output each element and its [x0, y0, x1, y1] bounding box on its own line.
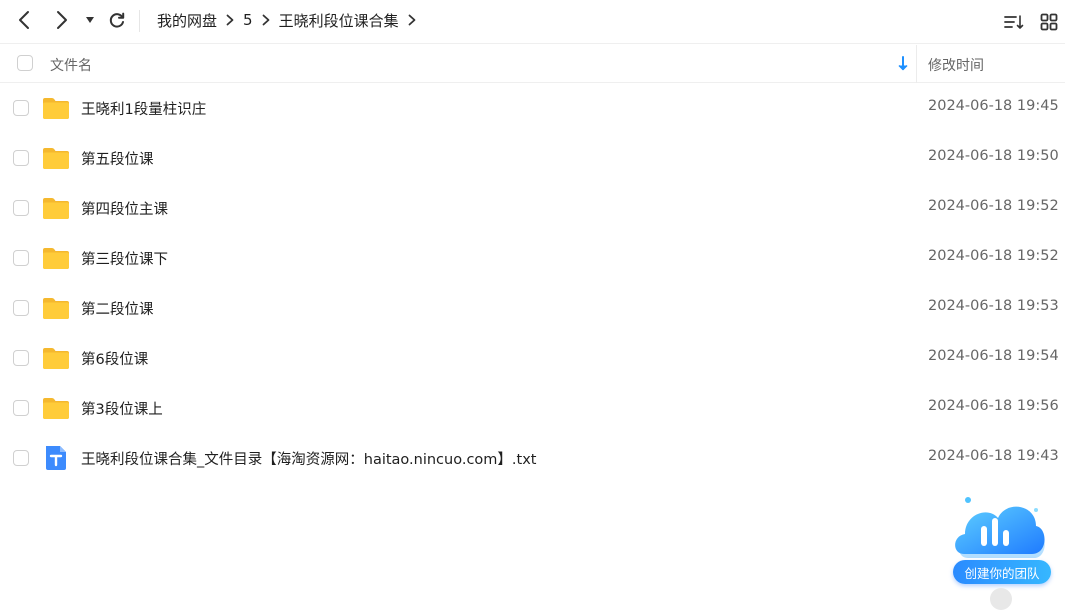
file-row[interactable]: 王晓利段位课合集_文件目录【海淘资源网：haitao.nincuo.com】.t… [0, 433, 1065, 483]
forward-button[interactable] [50, 8, 74, 32]
file-name[interactable]: 第二段位课 [81, 298, 154, 319]
grid-view-icon [1040, 13, 1058, 31]
txt-file-icon [42, 445, 70, 471]
row-checkbox[interactable] [13, 300, 29, 316]
breadcrumb-separator-icon [217, 10, 243, 30]
refresh-icon [109, 12, 125, 28]
column-header-time[interactable]: 修改时间 [928, 55, 984, 75]
breadcrumb-item-current[interactable]: 王晓利段位课合集 [279, 10, 399, 31]
folder-icon [42, 245, 70, 271]
file-modified-time: 2024-06-18 19:45 [928, 98, 1059, 114]
history-dropdown-button[interactable] [80, 8, 100, 32]
breadcrumb: 我的网盘 5 王晓利段位课合集 [157, 10, 425, 30]
breadcrumb-item-root[interactable]: 我的网盘 [157, 10, 217, 31]
row-checkbox[interactable] [13, 100, 29, 116]
row-checkbox[interactable] [13, 350, 29, 366]
file-name[interactable]: 王晓利1段量柱识庄 [81, 98, 206, 119]
file-row[interactable]: 第3段位课上 2024-06-18 19:56 [0, 383, 1065, 433]
refresh-button[interactable] [105, 8, 129, 32]
file-name[interactable]: 第6段位课 [81, 348, 148, 369]
file-row[interactable]: 第四段位主课 2024-06-18 19:52 [0, 183, 1065, 233]
create-team-promo[interactable]: 创建你的团队 [948, 488, 1056, 588]
file-name[interactable]: 第3段位课上 [81, 398, 163, 419]
create-team-label: 创建你的团队 [953, 560, 1051, 584]
file-row[interactable]: 第五段位课 2024-06-18 19:50 [0, 133, 1065, 183]
row-checkbox[interactable] [13, 250, 29, 266]
folder-icon [42, 145, 70, 171]
cloud-chart-icon [955, 497, 1045, 558]
back-button[interactable] [12, 8, 36, 32]
file-name[interactable]: 第三段位课下 [81, 248, 168, 269]
row-checkbox[interactable] [13, 200, 29, 216]
file-row[interactable]: 第6段位课 2024-06-18 19:54 [0, 333, 1065, 383]
file-row[interactable]: 第二段位课 2024-06-18 19:53 [0, 283, 1065, 333]
toolbar: 我的网盘 5 王晓利段位课合集 [0, 0, 1065, 44]
row-checkbox[interactable] [13, 400, 29, 416]
column-divider[interactable] [916, 45, 917, 83]
file-modified-time: 2024-06-18 19:50 [928, 148, 1059, 164]
breadcrumb-separator-icon [253, 10, 279, 30]
file-name[interactable]: 王晓利段位课合集_文件目录【海淘资源网：haitao.nincuo.com】.t… [81, 448, 536, 469]
sort-list-icon [1004, 15, 1024, 29]
breadcrumb-expand-icon[interactable] [399, 10, 425, 30]
sort-descending-arrow-icon[interactable] [896, 56, 910, 72]
file-name[interactable]: 第四段位主课 [81, 198, 168, 219]
toolbar-divider [139, 10, 140, 32]
grid-view-button[interactable] [1037, 10, 1061, 34]
file-modified-time: 2024-06-18 19:54 [928, 348, 1059, 364]
file-name[interactable]: 第五段位课 [81, 148, 154, 169]
folder-icon [42, 345, 70, 371]
file-row[interactable]: 王晓利1段量柱识庄 2024-06-18 19:45 [0, 83, 1065, 133]
folder-icon [42, 395, 70, 421]
scroll-indicator[interactable] [990, 588, 1012, 610]
sort-button[interactable] [1002, 10, 1026, 34]
folder-icon [42, 95, 70, 121]
row-checkbox[interactable] [13, 150, 29, 166]
select-all-checkbox[interactable] [17, 55, 33, 71]
file-row[interactable]: 第三段位课下 2024-06-18 19:52 [0, 233, 1065, 283]
row-checkbox[interactable] [13, 450, 29, 466]
file-list-header: 文件名 修改时间 [0, 45, 1065, 83]
file-modified-time: 2024-06-18 19:52 [928, 248, 1059, 264]
column-header-name[interactable]: 文件名 [50, 55, 92, 75]
file-modified-time: 2024-06-18 19:56 [928, 398, 1059, 414]
chevron-right-icon [57, 11, 67, 29]
chevron-left-icon [19, 11, 29, 29]
file-modified-time: 2024-06-18 19:53 [928, 298, 1059, 314]
file-modified-time: 2024-06-18 19:43 [928, 448, 1059, 464]
folder-icon [42, 195, 70, 221]
breadcrumb-item-5[interactable]: 5 [243, 11, 253, 29]
folder-icon [42, 295, 70, 321]
file-modified-time: 2024-06-18 19:52 [928, 198, 1059, 214]
caret-down-icon [86, 17, 94, 23]
